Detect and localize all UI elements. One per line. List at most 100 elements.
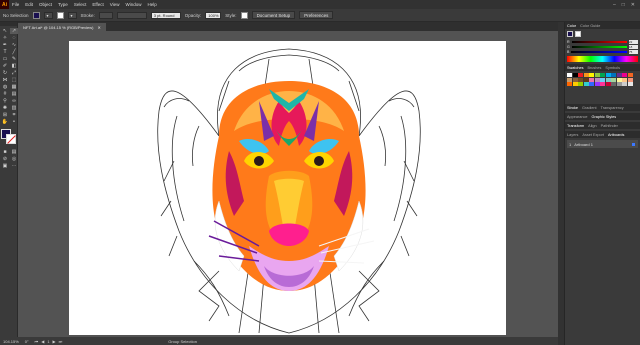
tab-artboards[interactable]: Artboards — [608, 133, 624, 137]
document-tab-close-icon[interactable]: ✕ — [97, 25, 100, 30]
swatch-34[interactable] — [622, 82, 627, 86]
swatch-33[interactable] — [616, 82, 622, 86]
rotation-value[interactable]: 0° — [25, 339, 29, 344]
pen-tool-icon[interactable]: ✒ — [1, 42, 9, 48]
menu-view[interactable]: View — [107, 2, 123, 7]
swatch-14[interactable] — [578, 77, 583, 82]
stroke-color-box[interactable] — [6, 134, 16, 144]
swatch-13[interactable] — [572, 77, 578, 82]
maximize-button[interactable]: □ — [622, 2, 625, 8]
swatch-5[interactable] — [594, 73, 600, 77]
curvature-tool-icon[interactable]: ∿ — [10, 42, 18, 48]
channel-r-slider[interactable] — [571, 40, 627, 43]
swatch-4[interactable] — [589, 73, 594, 77]
swatch-17[interactable] — [594, 77, 600, 82]
menu-help[interactable]: Help — [144, 2, 159, 7]
swatch-20[interactable] — [611, 77, 616, 82]
perspective-grid-tool-icon[interactable]: ▦ — [10, 84, 18, 90]
direct-selection-tool-icon[interactable]: ↗ — [10, 28, 18, 34]
minimize-button[interactable]: – — [613, 2, 616, 8]
zoom-level[interactable]: 104.15% — [3, 339, 19, 344]
swatch-9[interactable] — [616, 73, 622, 77]
tab-layers[interactable]: Layers — [567, 133, 578, 137]
last-artboard-icon[interactable]: ⏭ — [59, 339, 63, 344]
fill-dropdown[interactable]: ▾ — [43, 11, 53, 19]
column-graph-tool-icon[interactable]: ▥ — [10, 105, 18, 111]
magic-wand-tool-icon[interactable]: ✧ — [1, 35, 9, 41]
channel-g-slider[interactable] — [571, 45, 627, 48]
menu-object[interactable]: Object — [36, 2, 55, 7]
gradient-mode-icon[interactable]: ▤ — [10, 149, 18, 155]
channel-b-value[interactable]: 75 — [629, 49, 638, 54]
swatch-25[interactable] — [572, 82, 578, 86]
zoom-tool-icon[interactable]: ⚬ — [10, 119, 18, 125]
swatch-11[interactable] — [627, 73, 633, 77]
swatch-1[interactable] — [572, 73, 578, 77]
artboard-tool-icon[interactable]: ⊞ — [1, 112, 9, 118]
tab-swatches[interactable]: Swatches — [567, 66, 583, 70]
style-swatch[interactable] — [240, 11, 248, 19]
swatch-32[interactable] — [611, 82, 616, 86]
tab-brushes[interactable]: Brushes — [587, 66, 601, 70]
blend-tool-icon[interactable]: ∞ — [10, 98, 18, 104]
prev-artboard-icon[interactable]: ◀ — [41, 339, 44, 344]
screen-mode-icon[interactable]: ▣ — [1, 163, 9, 169]
channel-g-value[interactable]: 18 — [629, 44, 638, 49]
slice-tool-icon[interactable]: ⌗ — [10, 112, 18, 118]
tab-transparency[interactable]: Transparency — [601, 106, 624, 110]
paintbrush-tool-icon[interactable]: ✎ — [10, 56, 18, 62]
shape-builder-tool-icon[interactable]: ◍ — [1, 84, 9, 90]
menu-window[interactable]: Window — [122, 2, 144, 7]
mesh-tool-icon[interactable]: # — [1, 91, 9, 97]
tab-symbols[interactable]: Symbols — [605, 66, 620, 70]
lasso-tool-icon[interactable]: ◌ — [10, 35, 18, 41]
menu-file[interactable]: File — [9, 2, 22, 7]
first-artboard-icon[interactable]: ⏮ — [35, 339, 39, 344]
swatch-24[interactable] — [567, 82, 572, 86]
scale-tool-icon[interactable]: ⤢ — [10, 70, 18, 76]
swatch-27[interactable] — [583, 82, 589, 86]
tab-transform[interactable]: Transform — [567, 124, 584, 128]
selection-tool-icon[interactable]: ↖ — [1, 28, 9, 34]
stroke-dropdown[interactable]: ▾ — [67, 11, 77, 19]
next-artboard-icon[interactable]: ▶ — [53, 339, 56, 344]
swatch-23[interactable] — [627, 77, 633, 82]
rotate-tool-icon[interactable]: ↻ — [1, 70, 9, 76]
stroke-swatch[interactable] — [56, 11, 64, 19]
fill-swatch[interactable] — [32, 11, 40, 19]
color-panel-stroke[interactable] — [575, 31, 581, 37]
symbol-sprayer-tool-icon[interactable]: ✺ — [1, 105, 9, 111]
swatch-31[interactable] — [605, 82, 611, 86]
tab-graphic-styles[interactable]: Graphic Styles — [591, 115, 616, 119]
swatch-3[interactable] — [583, 73, 589, 77]
color-panel-fill[interactable] — [567, 31, 573, 37]
document-setup-button[interactable]: Document Setup — [251, 11, 296, 19]
variable-width-profile[interactable] — [116, 11, 147, 19]
opacity-field[interactable]: 100% — [205, 11, 222, 19]
tiger-artwork[interactable] — [69, 41, 506, 335]
swatch-21[interactable] — [616, 77, 622, 82]
preferences-button[interactable]: Preferences — [299, 11, 334, 19]
menu-effect[interactable]: Effect — [89, 2, 106, 7]
swatch-26[interactable] — [578, 82, 583, 86]
edit-toolbar-icon[interactable]: ⋯ — [10, 163, 18, 169]
swatch-35[interactable] — [627, 82, 633, 86]
swatch-22[interactable] — [622, 77, 627, 82]
artboard-options-icon[interactable] — [632, 142, 635, 146]
artboard[interactable] — [69, 41, 506, 335]
stroke-weight-field[interactable] — [98, 11, 113, 19]
artboard-row[interactable]: 1 Artboard 1 — [567, 140, 638, 148]
color-spectrum[interactable] — [567, 56, 638, 62]
free-transform-tool-icon[interactable]: ⬚ — [10, 77, 18, 83]
color-mode-icon[interactable]: ■ — [1, 149, 9, 155]
swatch-19[interactable] — [605, 77, 611, 82]
swatch-8[interactable] — [611, 73, 616, 77]
tab-pathfinder[interactable]: Pathfinder — [601, 124, 618, 128]
menu-edit[interactable]: Edit — [22, 2, 36, 7]
tab-appearance[interactable]: Appearance — [567, 115, 587, 119]
line-tool-icon[interactable]: ╱ — [10, 49, 18, 55]
close-window-button[interactable]: ✕ — [631, 2, 635, 8]
channel-b-slider[interactable] — [571, 50, 627, 53]
tab-asset-export[interactable]: Asset Export — [582, 133, 604, 137]
swatch-16[interactable] — [589, 77, 594, 82]
